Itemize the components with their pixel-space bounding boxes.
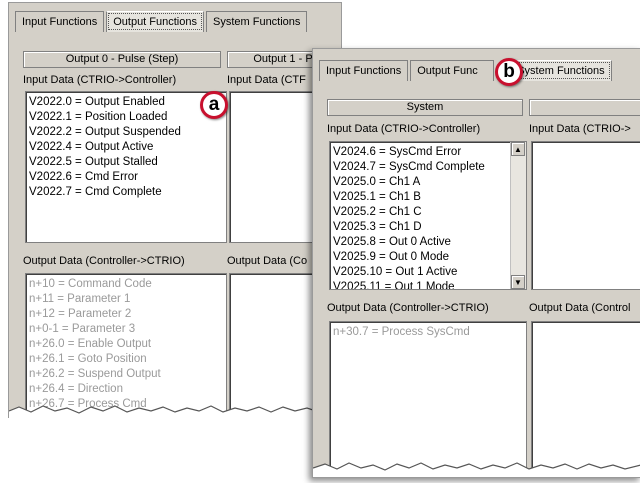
tab-label: Input Functions	[22, 16, 98, 28]
input-data-label-2: Input Data (CTF	[227, 74, 306, 86]
input-data-label-2: Input Data (CTRIO->	[529, 123, 631, 135]
list-item[interactable]: n+10 = Command Code	[29, 277, 223, 292]
callout-a-badge: a	[200, 91, 228, 119]
input-data-list-2[interactable]	[531, 141, 640, 290]
list-item[interactable]: V2025.0 = Ch1 A	[333, 175, 523, 190]
column-header-2	[529, 99, 640, 116]
list-item[interactable]: n+11 = Parameter 1	[29, 292, 223, 307]
output-data-list[interactable]: n+30.7 = Process SysCmd	[329, 321, 527, 473]
callout-b-badge: b	[495, 58, 523, 86]
output-data-label: Output Data (Controller->CTRIO)	[327, 302, 489, 314]
vertical-scrollbar[interactable]: ▲ ▼	[510, 142, 526, 289]
output-data-label-2: Output Data (Control	[529, 302, 631, 314]
tab-label: Output Functions	[113, 16, 197, 28]
tab-label: System Functions	[517, 65, 605, 77]
tab-label: System Functions	[213, 16, 301, 28]
system-functions-dialog: Input Functions Output Func System Funct…	[312, 48, 640, 478]
output-data-label-2: Output Data (Co	[227, 255, 308, 267]
list-item[interactable]: V2025.2 = Ch1 C	[333, 205, 523, 220]
input-data-list[interactable]: V2024.6 = SysCmd Error V2024.7 = SysCmd …	[329, 141, 527, 290]
list-item[interactable]: V2024.6 = SysCmd Error	[333, 145, 523, 160]
list-item[interactable]: V2025.3 = Ch1 D	[333, 220, 523, 235]
list-item[interactable]: V2022.0 = Output Enabled	[29, 95, 223, 110]
list-item[interactable]: V2025.1 = Ch1 B	[333, 190, 523, 205]
list-item[interactable]: V2022.4 = Output Active	[29, 140, 223, 155]
list-item[interactable]: n+26.1 = Goto Position	[29, 352, 223, 367]
list-item[interactable]: n+26.0 = Enable Output	[29, 337, 223, 352]
list-item[interactable]: V2025.10 = Out 1 Active	[333, 265, 523, 280]
list-item[interactable]: n+12 = Parameter 2	[29, 307, 223, 322]
column-header-output-0: Output 0 - Pulse (Step)	[23, 51, 221, 68]
list-item[interactable]: V2022.5 = Output Stalled	[29, 155, 223, 170]
output-data-list-2[interactable]	[531, 321, 640, 473]
list-item[interactable]: n+26.7 = Process Cmd	[29, 397, 223, 412]
tab-label: Input Functions	[326, 65, 402, 77]
list-item[interactable]: n+0-1 = Parameter 3	[29, 322, 223, 337]
tab-output-functions[interactable]: Output Func	[410, 60, 495, 81]
list-item[interactable]: V2022.1 = Position Loaded	[29, 110, 223, 125]
output-functions-dialog: Input Functions Output Functions System …	[8, 2, 342, 419]
scroll-up-arrow-icon[interactable]: ▲	[511, 142, 525, 156]
output-data-label: Output Data (Controller->CTRIO)	[23, 255, 185, 267]
list-item[interactable]: n+26.4 = Direction	[29, 382, 223, 397]
list-item[interactable]: n+30.7 = Process SysCmd	[333, 325, 523, 340]
list-item[interactable]: V2025.11 = Out 1 Mode	[333, 280, 523, 289]
list-item[interactable]: V2022.6 = Cmd Error	[29, 170, 223, 185]
list-item[interactable]: V2022.7 = Cmd Complete	[29, 185, 223, 200]
tab-label: Output Func	[417, 65, 478, 77]
tab-strip: Input Functions Output Functions System …	[15, 11, 309, 32]
scroll-down-arrow-icon[interactable]: ▼	[511, 275, 525, 289]
tab-system-functions[interactable]: System Functions	[510, 60, 612, 81]
list-item[interactable]: V2025.8 = Out 0 Active	[333, 235, 523, 250]
list-item[interactable]: V2025.9 = Out 0 Mode	[333, 250, 523, 265]
output-data-list[interactable]: n+10 = Command Code n+11 = Parameter 1 n…	[25, 273, 227, 417]
tab-strip: Input Functions Output Func System Funct…	[319, 60, 614, 81]
tab-input-functions[interactable]: Input Functions	[15, 11, 105, 32]
tab-system-functions[interactable]: System Functions	[206, 11, 308, 32]
list-item[interactable]: V2022.2 = Output Suspended	[29, 125, 223, 140]
column-header-system: System	[327, 99, 523, 116]
tab-output-functions[interactable]: Output Functions	[106, 11, 204, 32]
list-item[interactable]: n+26.2 = Suspend Output	[29, 367, 223, 382]
list-item[interactable]: V2024.7 = SysCmd Complete	[333, 160, 523, 175]
input-data-label: Input Data (CTRIO->Controller)	[23, 74, 177, 86]
tab-input-functions[interactable]: Input Functions	[319, 60, 409, 81]
input-data-list[interactable]: V2022.0 = Output Enabled V2022.1 = Posit…	[25, 91, 227, 243]
input-data-label: Input Data (CTRIO->Controller)	[327, 123, 481, 135]
